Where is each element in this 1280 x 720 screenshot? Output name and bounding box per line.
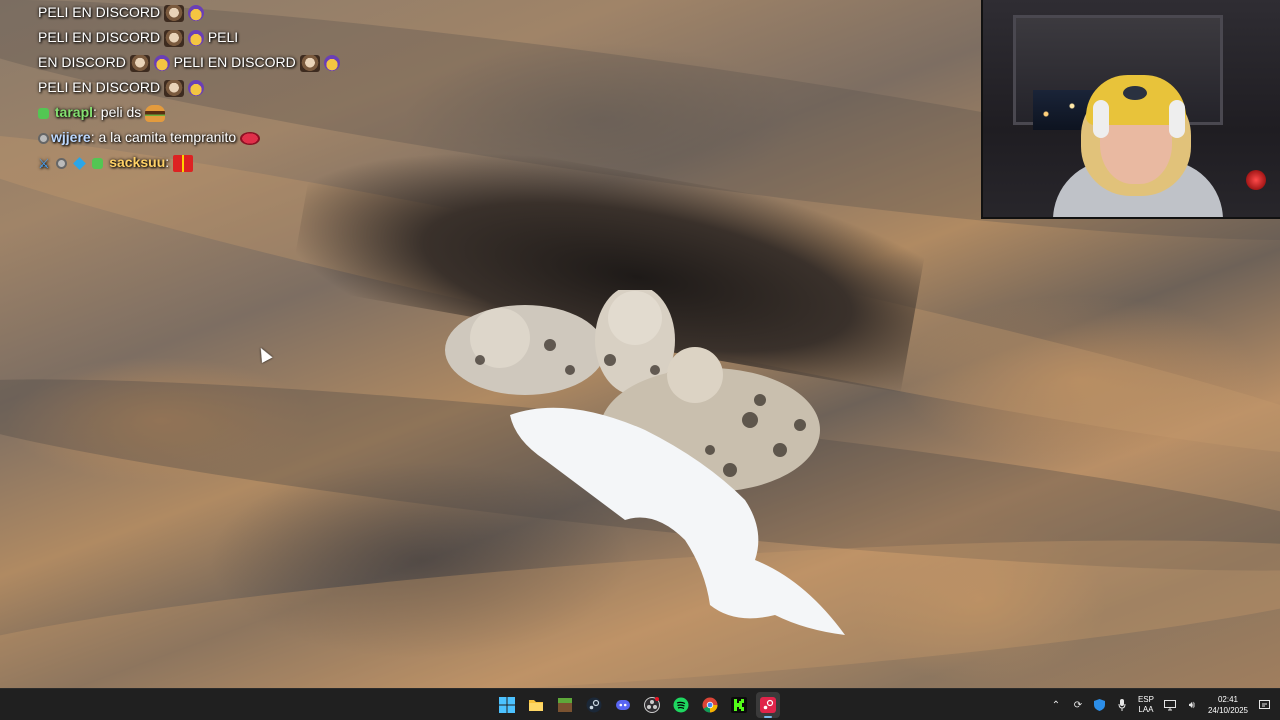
folder-icon bbox=[529, 700, 543, 711]
burger-emote-icon bbox=[145, 104, 166, 122]
microphone-icon[interactable] bbox=[1116, 699, 1128, 711]
pray-emote-icon bbox=[187, 30, 204, 47]
beanie-logo-icon bbox=[1123, 86, 1147, 100]
obs-button[interactable] bbox=[640, 692, 664, 718]
notification-icon[interactable] bbox=[1258, 699, 1270, 711]
start-button[interactable] bbox=[495, 692, 519, 718]
chat-text: PELI EN DISCORD bbox=[38, 79, 161, 95]
sync-icon[interactable]: ⟳ bbox=[1072, 699, 1084, 711]
gem-badge-icon bbox=[73, 156, 87, 170]
input-language-indicator[interactable]: ESP LAA bbox=[1138, 695, 1154, 715]
chat-text: : bbox=[165, 154, 170, 170]
discord-icon bbox=[616, 700, 630, 710]
clock-date: 24/10/2025 bbox=[1207, 706, 1248, 715]
cat-emote-icon bbox=[129, 54, 150, 72]
chat-message: ⚔ sacksuu: bbox=[38, 150, 368, 176]
discord-button[interactable] bbox=[611, 692, 635, 718]
windows-taskbar: ⌃ ⟳ ESP LAA 🔊︎ 02:41 24/10/2025 bbox=[0, 688, 1280, 720]
chat-text: PELI bbox=[207, 29, 239, 45]
chat-text: PELI EN DISCORD bbox=[38, 29, 161, 45]
language-code: ESP bbox=[1137, 695, 1154, 704]
stream-chat-overlay: PELI EN DISCORD PELI EN DISCORD PELI EN … bbox=[38, 0, 368, 176]
steam-button[interactable] bbox=[582, 692, 606, 718]
steam-icon bbox=[760, 697, 776, 713]
minecraft-button[interactable] bbox=[553, 692, 577, 718]
chat-message: wjjere: a la camita tempranito bbox=[38, 125, 368, 150]
defender-shield-icon bbox=[1094, 699, 1106, 711]
chat-text: EN DISCORD bbox=[38, 54, 126, 70]
chat-text: : peli ds bbox=[93, 104, 142, 120]
file-explorer-button[interactable] bbox=[524, 692, 548, 718]
chat-username: tarapl bbox=[54, 104, 94, 120]
badge-icon bbox=[55, 157, 67, 169]
system-tray: ⌃ ⟳ ESP LAA 🔊︎ 02:41 24/10/2025 bbox=[1050, 689, 1270, 720]
taskbar-clock[interactable]: 02:41 24/10/2025 bbox=[1208, 694, 1248, 716]
sword-badge-icon: ⚔ bbox=[38, 155, 50, 171]
red-lamp bbox=[1246, 170, 1266, 190]
cat-emote-icon bbox=[299, 54, 320, 72]
cat-emote-icon bbox=[164, 29, 185, 47]
taskbar-pinned-apps bbox=[495, 692, 780, 718]
chrome-button[interactable] bbox=[698, 692, 722, 718]
chat-username: sacksuu bbox=[109, 154, 166, 170]
desktop-screen: PELI EN DISCORD PELI EN DISCORD PELI EN … bbox=[0, 0, 1280, 720]
webcam-overlay bbox=[981, 0, 1280, 219]
headphone-icon bbox=[1093, 100, 1109, 138]
kick-icon bbox=[731, 697, 747, 713]
grass-block-icon bbox=[558, 698, 572, 712]
spotify-button[interactable] bbox=[669, 692, 693, 718]
steam-icon bbox=[586, 697, 602, 713]
chat-message-spam: PELI EN DISCORD PELI EN DISCORD PELI EN … bbox=[38, 0, 368, 100]
chat-text: : a la camita tempranito bbox=[90, 129, 237, 145]
pray-emote-icon bbox=[187, 5, 204, 22]
subscriber-badge-icon bbox=[38, 107, 49, 119]
kick-button[interactable] bbox=[727, 692, 751, 718]
windows-logo-icon bbox=[499, 697, 515, 713]
spotify-icon bbox=[673, 697, 689, 713]
subscriber-badge-icon bbox=[92, 157, 104, 169]
chevron-up-icon[interactable]: ⌃ bbox=[1050, 699, 1062, 711]
network-icon[interactable] bbox=[1163, 699, 1176, 711]
badge-icon bbox=[38, 132, 49, 144]
clock-time: 02:41 bbox=[1217, 695, 1238, 704]
headphone-icon bbox=[1169, 100, 1185, 138]
shield-icon[interactable] bbox=[1094, 699, 1106, 711]
notification-bell-icon bbox=[1258, 699, 1270, 709]
cat-emote-icon bbox=[164, 4, 185, 22]
chat-message: tarapl: peli ds bbox=[38, 100, 368, 125]
monitor-network-icon bbox=[1163, 699, 1176, 710]
steam-active-button[interactable] bbox=[756, 692, 780, 718]
pray-emote-icon bbox=[187, 80, 204, 97]
lips-emote-icon bbox=[240, 131, 261, 145]
volume-icon[interactable]: 🔊︎ bbox=[1186, 699, 1198, 711]
snow-patch bbox=[510, 407, 845, 635]
chat-username: wjjere bbox=[51, 129, 91, 145]
mic-glyph-icon bbox=[1118, 699, 1126, 711]
keyboard-layout: LAA bbox=[1138, 705, 1154, 714]
chat-text: PELI EN DISCORD bbox=[173, 54, 296, 70]
cat-emote-icon bbox=[164, 79, 185, 97]
gift-emote-icon bbox=[173, 154, 194, 172]
obs-icon bbox=[644, 697, 660, 713]
pray-emote-icon bbox=[153, 55, 170, 72]
chat-text: PELI EN DISCORD bbox=[38, 4, 161, 20]
pray-emote-icon bbox=[323, 55, 340, 72]
chrome-icon bbox=[702, 697, 718, 713]
